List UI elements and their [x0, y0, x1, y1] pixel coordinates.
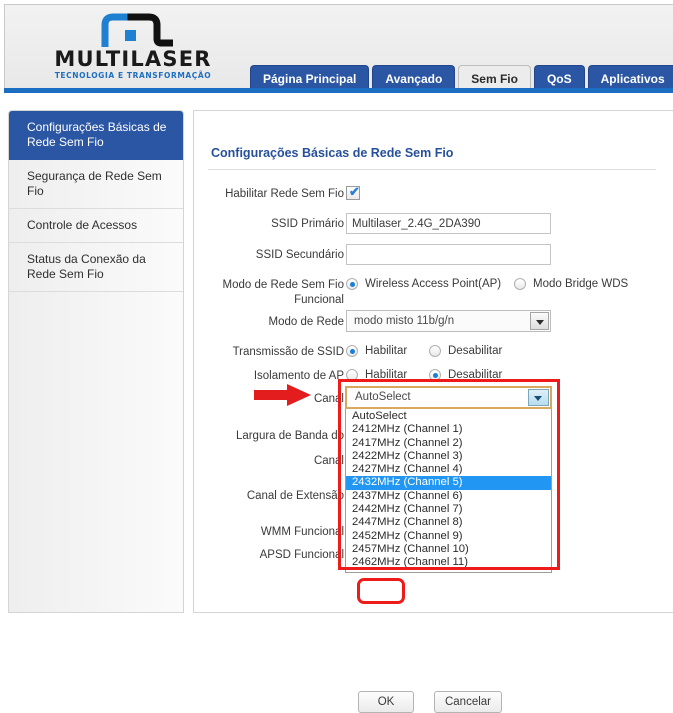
radio-ap-isolation-disable[interactable]: [429, 369, 441, 381]
radio-ssid-broadcast-enable[interactable]: [346, 345, 358, 357]
channel-option[interactable]: 2437MHz (Channel 6): [346, 490, 551, 503]
chevron-down-icon[interactable]: [530, 312, 549, 330]
label-wireless-wds: Modo Bridge WDS: [533, 278, 629, 290]
sidebar-item-status-conexao[interactable]: Status da Conexão da Rede Sem Fio: [9, 243, 183, 292]
ssid-secondary-input[interactable]: [346, 244, 551, 265]
channel-select-value: AutoSelect: [355, 391, 411, 403]
enable-wireless-checkbox-wrap: ✔: [346, 184, 360, 203]
brand-tagline: TECNOLOGIA E TRANSFORMAÇÃO: [54, 71, 212, 80]
ap-isolation-disable-option[interactable]: Desabilitar: [429, 369, 502, 381]
label-bandwidth-line2: Canal: [313, 455, 344, 467]
main-navigation: Página Principal Avançado Sem Fio QoS Ap…: [250, 61, 673, 91]
channel-option[interactable]: 2457MHz (Channel 10): [346, 543, 551, 556]
label-enable-wireless: Habilitar Rede Sem Fio: [225, 188, 344, 200]
wireless-mode-wds-option[interactable]: Modo Bridge WDS: [514, 278, 628, 290]
label-ssid-secondary: SSID Secundário: [255, 249, 344, 261]
wireless-mode-ap-option[interactable]: Wireless Access Point(AP): [346, 278, 501, 290]
label-bandwidth-line1: Largura de Banda do: [235, 430, 344, 442]
title-divider: [208, 169, 656, 170]
label-ap-isolation-disable: Desabilitar: [448, 369, 503, 381]
radio-ap-isolation-enable[interactable]: [346, 369, 358, 381]
channel-select-dropdown: AutoSelect AutoSelect 2412MHz (Channel 1…: [345, 386, 552, 573]
network-mode-value: modo misto 11b/g/n: [354, 315, 455, 327]
label-wireless-mode-line1: Modo de Rede Sem Fio: [222, 279, 344, 291]
sidebar-item-seguranca[interactable]: Segurança de Rede Sem Fio: [9, 160, 183, 209]
brand-logo: MULTILASER TECNOLOGIA E TRANSFORMAÇÃO: [33, 13, 233, 85]
sidebar-item-controle-acessos[interactable]: Controle de Acessos: [9, 209, 183, 243]
label-network-mode: Modo de Rede: [268, 316, 344, 328]
sidebar-item-configuracoes-basicas[interactable]: Configurações Básicas de Rede Sem Fio: [9, 111, 183, 160]
label-wmm: WMM Funcional: [260, 526, 344, 538]
channel-option[interactable]: 2427MHz (Channel 4): [346, 463, 551, 476]
radio-ssid-broadcast-disable[interactable]: [429, 345, 441, 357]
label-wireless-mode-line2: Funcional: [294, 294, 344, 306]
label-ap-isolation-enable: Habilitar: [365, 369, 408, 381]
label-wireless-ap: Wireless Access Point(AP): [365, 278, 502, 290]
ap-isolation-enable-option[interactable]: Habilitar: [346, 369, 407, 381]
brand-name: MULTILASER: [54, 47, 212, 71]
radio-wireless-wds[interactable]: [514, 278, 526, 290]
ok-button[interactable]: OK: [358, 691, 414, 713]
channel-select-box[interactable]: AutoSelect: [345, 386, 552, 409]
channel-option[interactable]: 2452MHz (Channel 9): [346, 530, 551, 543]
label-ssid-broadcast-enable: Habilitar: [365, 345, 408, 357]
label-extension-channel: Canal de Extensão: [246, 490, 344, 502]
multilaser-logo-icon: [101, 13, 173, 47]
ssid-broadcast-enable-option[interactable]: Habilitar: [346, 345, 407, 357]
label-apsd: APSD Funcional: [259, 549, 344, 561]
page-header: MULTILASER TECNOLOGIA E TRANSFORMAÇÃO Pá…: [4, 4, 673, 92]
channel-option[interactable]: AutoSelect: [346, 410, 551, 423]
channel-options-list[interactable]: AutoSelect 2412MHz (Channel 1) 2417MHz (…: [345, 409, 552, 573]
label-ssid-primary: SSID Primário: [271, 218, 344, 230]
router-admin-page: MULTILASER TECNOLOGIA E TRANSFORMAÇÃO Pá…: [0, 0, 673, 713]
chevron-down-icon[interactable]: [528, 389, 549, 406]
channel-option[interactable]: 2417MHz (Channel 2): [346, 437, 551, 450]
channel-option[interactable]: 2462MHz (Channel 11): [346, 556, 551, 569]
label-ssid-broadcast-disable: Desabilitar: [448, 345, 503, 357]
ssid-primary-input[interactable]: [346, 213, 551, 234]
radio-wireless-ap[interactable]: [346, 278, 358, 290]
label-ap-isolation: Isolamento de AP: [253, 370, 344, 382]
enable-wireless-checkbox[interactable]: ✔: [346, 184, 360, 200]
channel-option[interactable]: 2412MHz (Channel 1): [346, 423, 551, 436]
cancel-button[interactable]: Cancelar: [434, 691, 502, 713]
network-mode-select[interactable]: modo misto 11b/g/n: [346, 310, 551, 332]
pointer-arrow-icon: [254, 384, 311, 406]
page-title: Configurações Básicas de Rede Sem Fio: [211, 146, 454, 160]
ssid-broadcast-disable-option[interactable]: Desabilitar: [429, 345, 502, 357]
check-icon: ✔: [349, 184, 360, 199]
sidebar-menu: Configurações Básicas de Rede Sem Fio Se…: [8, 110, 184, 613]
channel-option-selected[interactable]: 2432MHz (Channel 5): [346, 476, 551, 490]
channel-option[interactable]: 2442MHz (Channel 7): [346, 503, 551, 516]
channel-option[interactable]: 2422MHz (Channel 3): [346, 450, 551, 463]
channel-option[interactable]: 2447MHz (Channel 8): [346, 516, 551, 529]
label-ssid-broadcast: Transmissão de SSID: [232, 346, 344, 358]
header-accent-bar: [4, 88, 673, 93]
